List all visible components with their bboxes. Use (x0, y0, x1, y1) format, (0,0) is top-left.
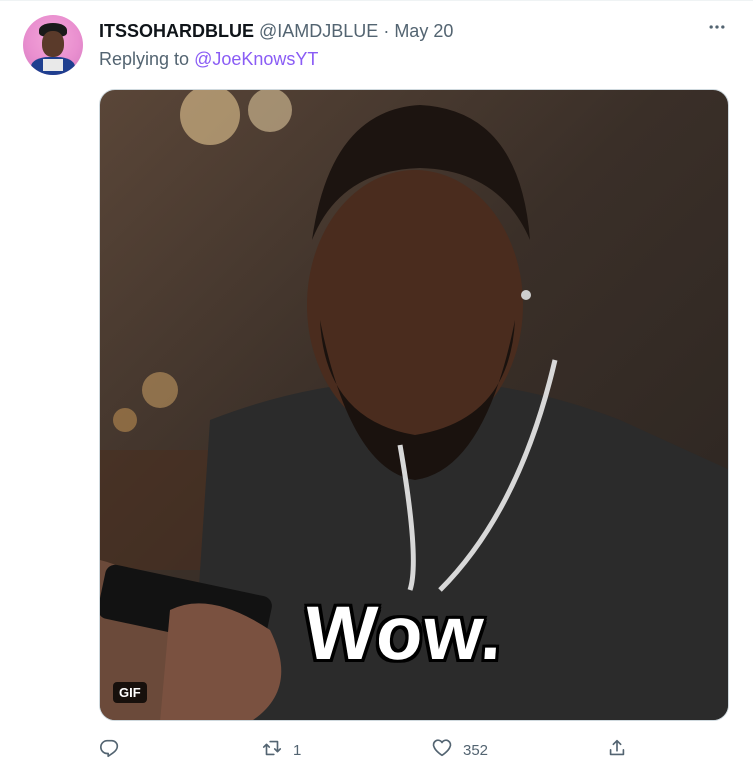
retweet-count: 1 (293, 741, 302, 759)
reply-button[interactable] (99, 735, 131, 765)
share-button[interactable] (606, 735, 628, 765)
replying-to-label: Replying to (99, 49, 190, 69)
avatar[interactable] (23, 15, 83, 75)
more-icon[interactable] (705, 15, 729, 39)
share-icon (606, 737, 628, 763)
author-name[interactable]: ITSSOHARDBLUE (99, 21, 254, 42)
tweet-date[interactable]: May 20 (394, 21, 453, 42)
retweet-button[interactable]: 1 (261, 735, 301, 765)
tweet-header: ITSSOHARDBLUE @IAMDJBLUE · May 20 (99, 19, 453, 43)
heart-icon (431, 737, 453, 763)
tweet[interactable]: ITSSOHARDBLUE @IAMDJBLUE · May 20 Replyi… (0, 0, 753, 771)
tweet-actions: 1 352 (99, 735, 729, 765)
reply-icon (99, 737, 121, 763)
replying-to: Replying to @JoeKnowsYT (99, 49, 318, 70)
gif-caption: Wow. (302, 591, 507, 676)
retweet-icon (261, 737, 283, 763)
like-button[interactable]: 352 (431, 735, 488, 765)
author-handle[interactable]: @IAMDJBLUE (259, 21, 378, 42)
separator-dot: · (383, 20, 390, 41)
like-count: 352 (463, 741, 489, 759)
replying-to-handle-link[interactable]: @JoeKnowsYT (194, 49, 318, 69)
gif-badge: GIF (113, 682, 147, 703)
gif-media[interactable]: Wow. GIF (99, 89, 729, 721)
